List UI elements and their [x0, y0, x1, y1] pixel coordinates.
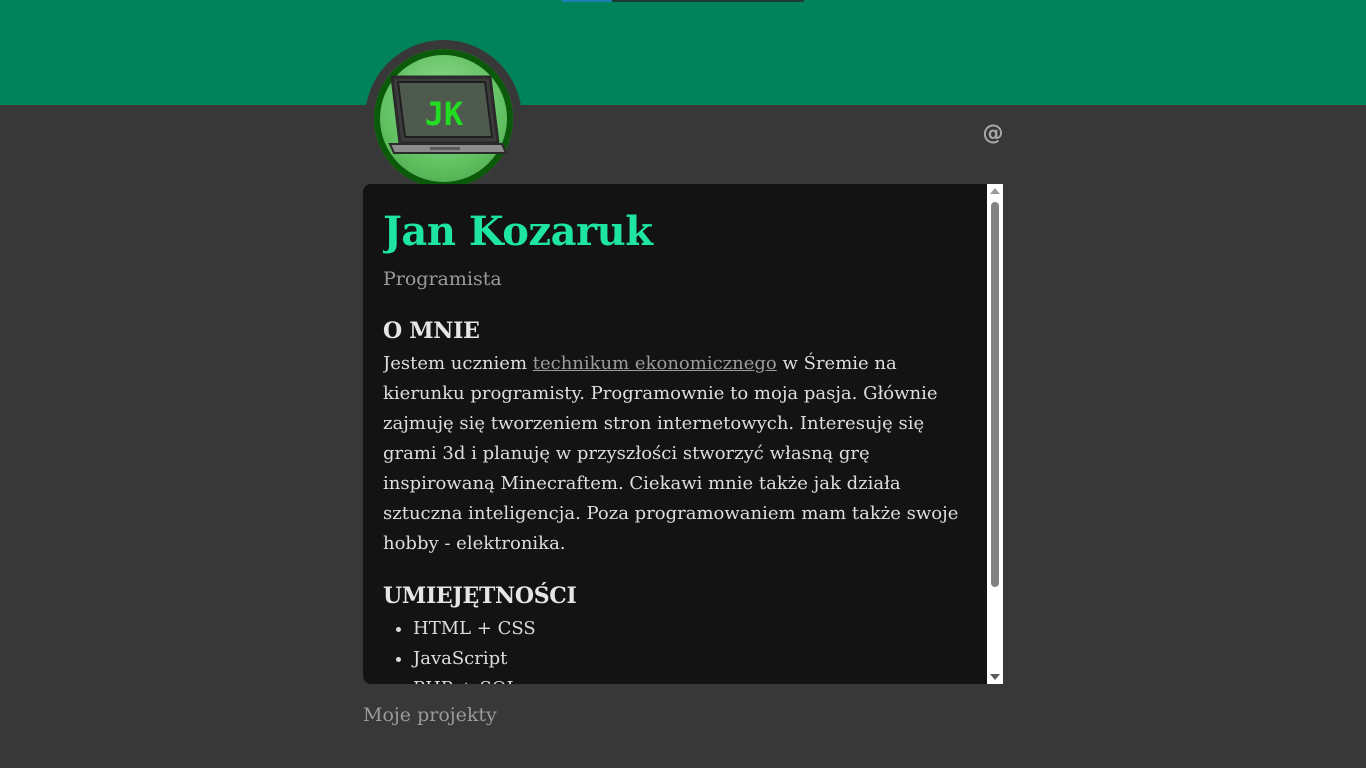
projects-link[interactable]: Moje projekty — [363, 702, 497, 728]
card-scrollbar[interactable] — [987, 184, 1003, 684]
skills-heading: UMIEJĘTNOŚCI — [383, 583, 577, 609]
skills-list: HTML + CSS JavaScript PHP + SQL — [383, 614, 963, 684]
profile-card: Jan Kozaruk Programista O MNIE Jestem uc… — [363, 184, 1003, 684]
skill-item: PHP + SQL — [413, 674, 963, 684]
profile-name: Jan Kozaruk — [383, 208, 653, 255]
profile-content[interactable]: Jan Kozaruk Programista O MNIE Jestem uc… — [383, 184, 963, 684]
scroll-down-arrow-icon[interactable] — [990, 674, 1000, 680]
about-heading: O MNIE — [383, 318, 480, 344]
initials-text: JK — [425, 95, 464, 133]
avatar-image: JK — [374, 49, 513, 188]
avatar: JK — [365, 40, 522, 197]
about-text-part: w Śremie na kierunku programisty. Progra… — [383, 353, 959, 554]
laptop-icon: JK — [388, 75, 508, 154]
banner-strip — [612, 0, 804, 2]
scroll-up-arrow-icon[interactable] — [990, 188, 1000, 194]
top-banner — [0, 0, 1366, 105]
about-text: Jestem uczniem technikum ekonomicznego w… — [383, 349, 963, 559]
scroll-thumb[interactable] — [991, 202, 999, 587]
profile-role: Programista — [383, 268, 502, 290]
about-text-part: Jestem uczniem — [383, 353, 533, 374]
school-link[interactable]: technikum ekonomicznego — [533, 353, 777, 374]
at-icon[interactable]: @ — [981, 121, 1005, 145]
banner-strip — [562, 0, 612, 2]
skill-item: JavaScript — [413, 644, 963, 674]
skill-item: HTML + CSS — [413, 614, 963, 644]
